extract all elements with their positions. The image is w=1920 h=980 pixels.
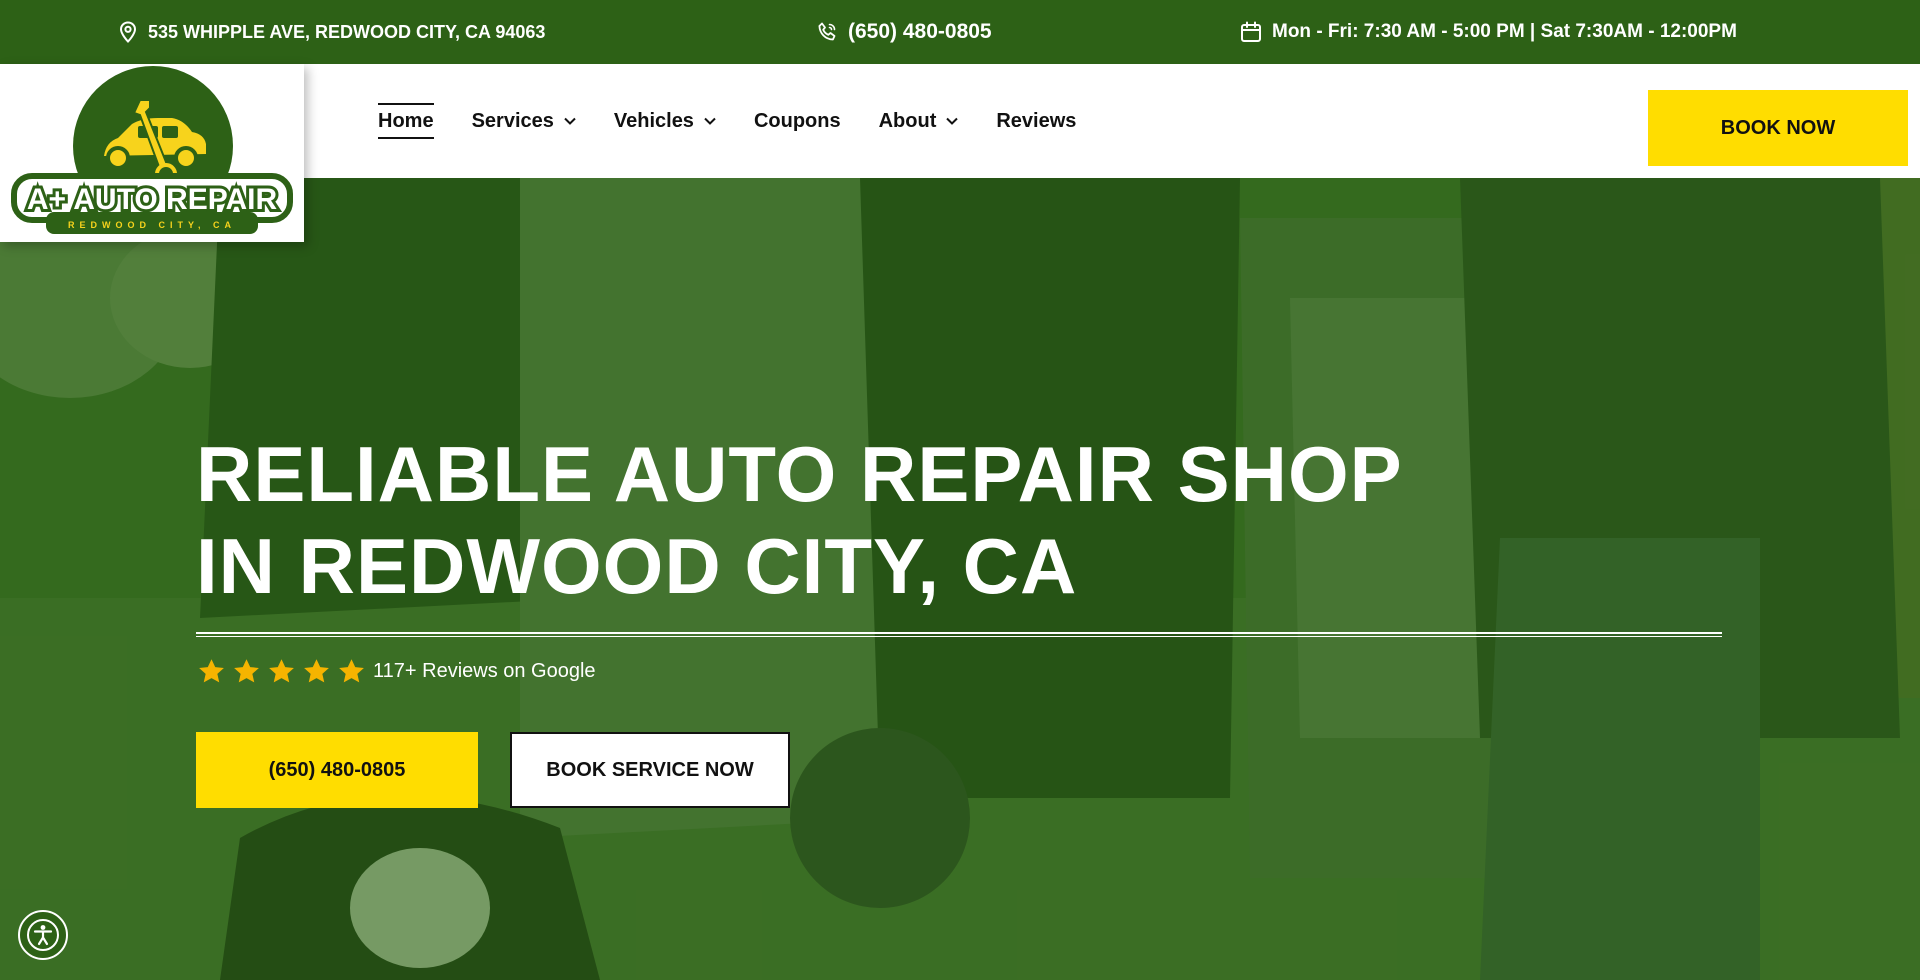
star-icon bbox=[269, 659, 294, 683]
star-icon bbox=[304, 659, 329, 683]
site-logo[interactable]: A+ AUTO REPAIR REDWOOD CITY, CA bbox=[0, 64, 304, 242]
nav-label: Vehicles bbox=[613, 109, 694, 132]
book-service-button[interactable]: BOOK SERVICE NOW bbox=[510, 732, 790, 808]
reviews-text: 117+ Reviews on Google bbox=[373, 659, 596, 682]
nav-coupons[interactable]: Coupons bbox=[754, 101, 841, 141]
logo-name: A+ AUTO REPAIR bbox=[27, 183, 278, 216]
call-phone-label: (650) 480-0805 bbox=[268, 758, 406, 781]
nav-label: Services bbox=[471, 109, 554, 132]
book-now-button[interactable]: BOOK NOW bbox=[1648, 90, 1908, 166]
nav-label: Reviews bbox=[996, 109, 1077, 132]
hero-divider bbox=[196, 632, 1722, 637]
hero-title-line1: RELIABLE AUTO REPAIR SHOP bbox=[196, 430, 1403, 518]
nav-vehicles[interactable]: Vehicles bbox=[614, 101, 716, 141]
star-rating bbox=[198, 658, 365, 684]
book-service-label: BOOK SERVICE NOW bbox=[546, 758, 754, 781]
book-now-label: BOOK NOW bbox=[1720, 116, 1836, 139]
map-pin-icon bbox=[118, 21, 138, 43]
address-item[interactable]: 535 WHIPPLE AVE, REDWOOD CITY, CA 94063 bbox=[118, 0, 545, 64]
accessibility-button[interactable] bbox=[18, 910, 68, 960]
phone-text: (650) 480-0805 bbox=[848, 20, 992, 43]
nav-home[interactable]: Home bbox=[378, 101, 434, 141]
star-icon bbox=[199, 659, 224, 683]
chevron-down-icon bbox=[564, 117, 576, 125]
address-text: 535 WHIPPLE AVE, REDWOOD CITY, CA 94063 bbox=[148, 21, 546, 42]
chevron-down-icon bbox=[704, 117, 716, 125]
star-icon bbox=[234, 659, 259, 683]
nav-about[interactable]: About bbox=[879, 101, 959, 141]
hero-title: RELIABLE AUTO REPAIR SHOP IN REDWOOD CIT… bbox=[196, 428, 1596, 612]
logo-graphic: A+ AUTO REPAIR REDWOOD CITY, CA bbox=[11, 66, 293, 234]
calendar-icon bbox=[1240, 21, 1262, 43]
phone-icon bbox=[816, 21, 838, 43]
nav-reviews[interactable]: Reviews bbox=[996, 101, 1076, 141]
accessibility-icon bbox=[27, 919, 59, 951]
main-nav: Home Services Vehicles Coupons About Rev… bbox=[378, 64, 1114, 178]
star-icon bbox=[339, 659, 364, 683]
chevron-down-icon bbox=[946, 117, 959, 125]
nav-services[interactable]: Services bbox=[472, 101, 576, 141]
logo-tagline: REDWOOD CITY, CA bbox=[68, 220, 236, 230]
hours-item: Mon - Fri: 7:30 AM - 5:00 PM | Sat 7:30A… bbox=[1240, 0, 1737, 64]
nav-label: Home bbox=[378, 109, 434, 132]
nav-label: About bbox=[878, 109, 937, 132]
hero-section: RELIABLE AUTO REPAIR SHOP IN REDWOOD CIT… bbox=[0, 178, 1920, 980]
call-phone-button[interactable]: (650) 480-0805 bbox=[196, 732, 478, 808]
top-info-bar: 535 WHIPPLE AVE, REDWOOD CITY, CA 94063 … bbox=[0, 0, 1920, 64]
google-rating[interactable]: 117+ Reviews on Google bbox=[198, 658, 596, 684]
nav-label: Coupons bbox=[753, 109, 841, 132]
hero-title-line2: IN REDWOOD CITY, CA bbox=[196, 522, 1078, 610]
hours-text: Mon - Fri: 7:30 AM - 5:00 PM | Sat 7:30A… bbox=[1272, 21, 1737, 42]
topbar-phone-link[interactable]: (650) 480-0805 bbox=[816, 0, 992, 64]
